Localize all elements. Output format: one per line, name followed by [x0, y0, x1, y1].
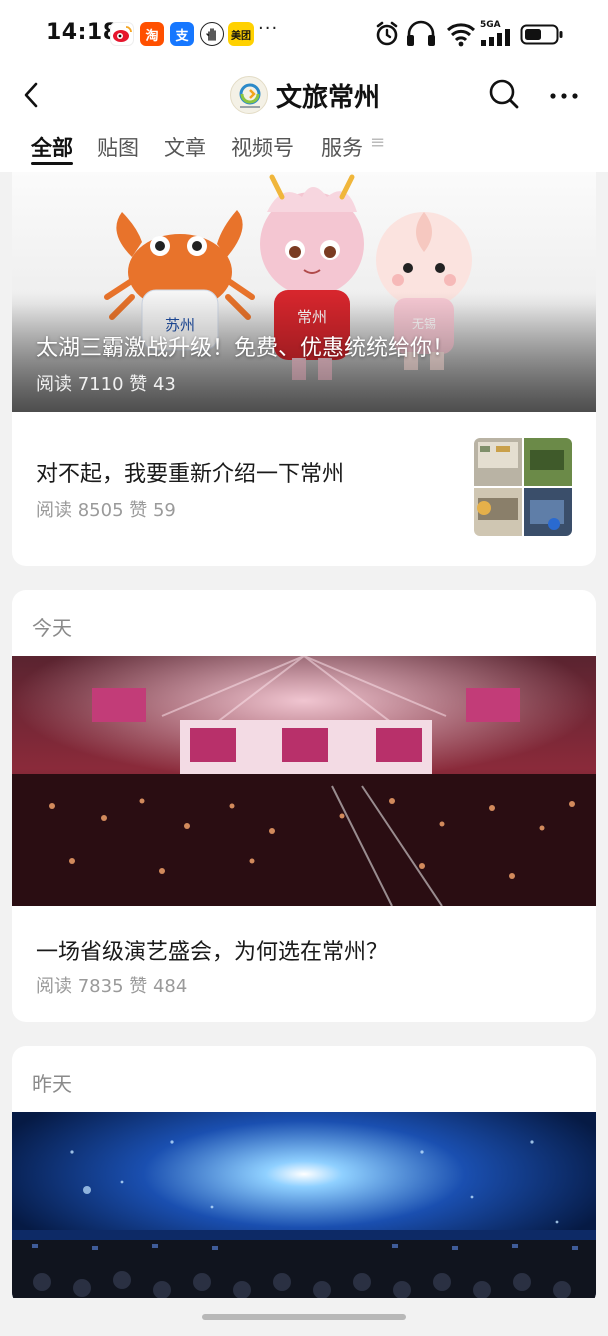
home-indicator[interactable]	[202, 1314, 406, 1320]
alipay-icon: 支	[170, 22, 194, 46]
tab-overflow-menu-icon[interactable]: ≡	[370, 132, 394, 162]
today-article-stats: 阅读 7835 赞 484	[36, 976, 188, 997]
weibo-icon	[110, 22, 134, 46]
article-row-stats: 阅读 8505 赞 59	[36, 500, 176, 521]
yesterday-article-card[interactable]: 昨天	[12, 1046, 596, 1306]
meituan-icon: 美团	[228, 22, 254, 46]
meituan-glyph: 美团	[231, 30, 251, 42]
article-row-title: 对不起，我要重新介绍一下常州	[36, 462, 345, 487]
more-options-icon[interactable]	[548, 80, 580, 112]
wifi-icon	[446, 23, 476, 47]
alipay-glyph: 支	[175, 28, 189, 44]
status-more-indicator: ···	[258, 18, 279, 39]
hero-article[interactable]: 苏州 常州	[12, 172, 596, 412]
tab-services[interactable]: 服务	[321, 132, 363, 162]
taobao-icon: 淘	[140, 22, 164, 46]
back-arrow-icon[interactable]	[18, 80, 48, 110]
search-icon[interactable]	[488, 78, 520, 110]
tab-images[interactable]: 贴图	[97, 132, 139, 162]
nav-bar: 文旅常州	[0, 68, 608, 124]
hand-icon	[200, 22, 224, 46]
wenlv-changzhou-logo-icon	[239, 83, 261, 108]
alarm-icon	[376, 21, 398, 46]
article-group-card: 苏州 常州	[12, 172, 596, 566]
account-avatar[interactable]	[230, 76, 268, 114]
account-title[interactable]: 文旅常州	[276, 77, 380, 114]
concert-stage-image	[12, 656, 596, 906]
article-row[interactable]: 对不起，我要重新介绍一下常州 阅读 8505 赞 59	[12, 412, 596, 566]
today-article-card[interactable]: 今天 一场省级演艺盛会，为何选在常州？ 阅读 7835 赞 484	[12, 590, 596, 1022]
blue-concert-image	[12, 1112, 596, 1306]
cellular-signal-icon: 5GA	[480, 20, 514, 48]
taobao-glyph: 淘	[145, 28, 159, 44]
tab-bar: 全部 贴图 文章 视频号 服务 ≡	[0, 124, 608, 172]
active-tab-indicator	[31, 162, 73, 165]
section-label-today: 今天	[32, 616, 72, 640]
hero-article-title: 太湖三霸激战升级！免费、优惠统统给你！	[36, 336, 455, 361]
tab-articles[interactable]: 文章	[164, 132, 206, 162]
headphones-icon	[407, 20, 435, 46]
hero-article-stats: 阅读 7110 赞 43	[36, 374, 176, 395]
today-article-title: 一场省级演艺盛会，为何选在常州？	[36, 940, 389, 965]
battery-icon	[520, 24, 563, 45]
tab-channels[interactable]: 视频号	[231, 132, 294, 162]
section-label-yesterday: 昨天	[32, 1072, 72, 1096]
article-row-thumbnail	[474, 438, 572, 536]
tab-all[interactable]: 全部	[31, 132, 73, 162]
status-time: 14:18	[46, 20, 119, 45]
screen: 14:18 淘 支 美团 ··· 5GA 文旅常州 全部 贴图 文章 视频号 服…	[0, 0, 608, 1336]
status-bar: 14:18 淘 支 美团 ··· 5GA	[0, 0, 608, 68]
